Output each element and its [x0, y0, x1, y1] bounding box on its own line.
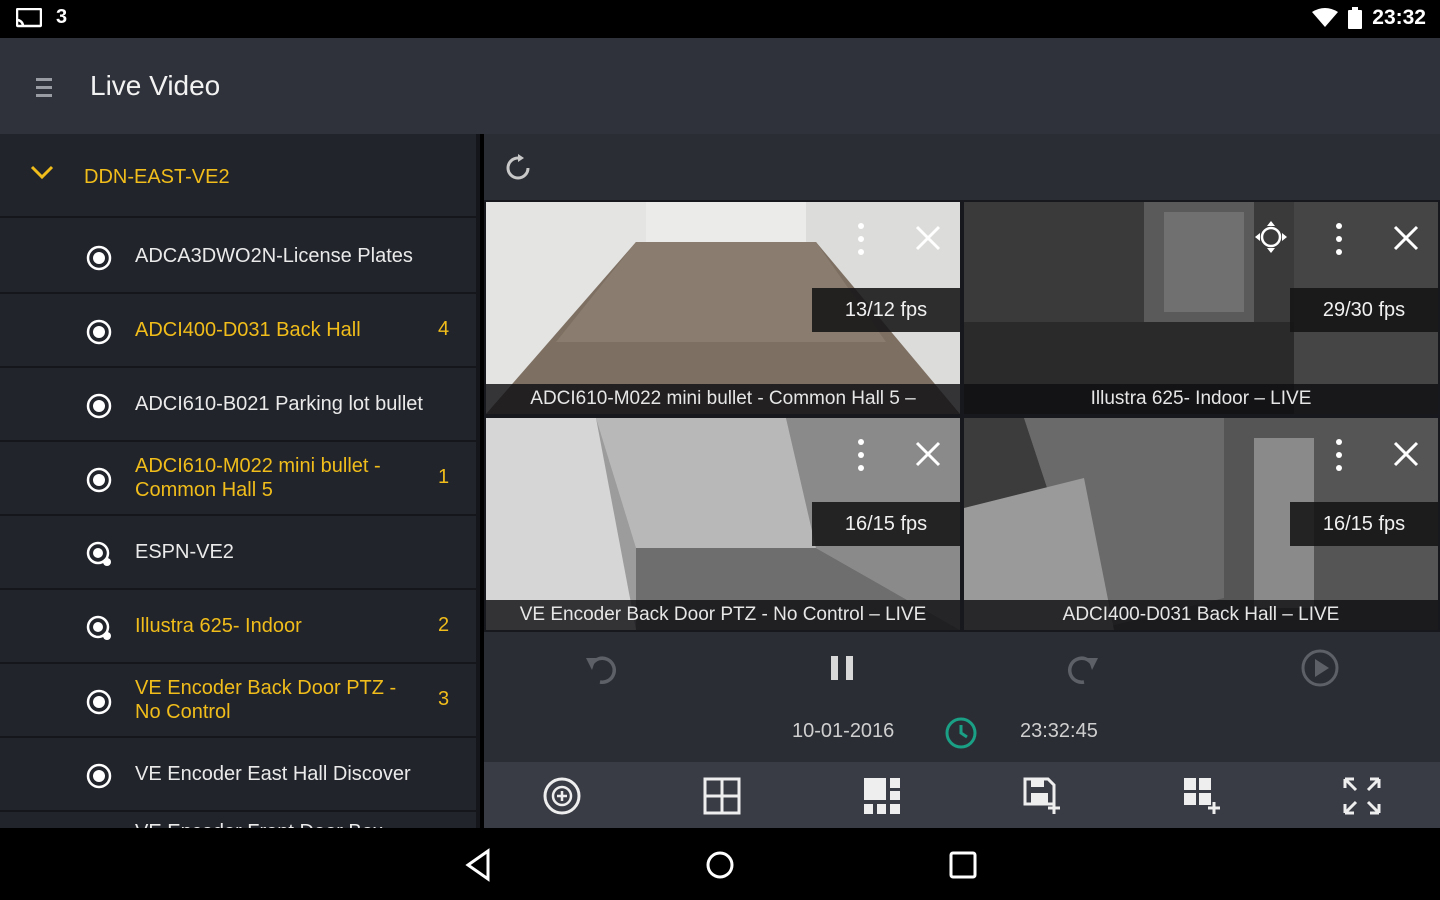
camera-name: ADCI400-D031 Back Hall: [135, 319, 361, 341]
video-tile[interactable]: 13/12 fps ADCI610-M022 mini bullet - Com…: [486, 202, 960, 414]
more-options-icon[interactable]: [1334, 222, 1344, 256]
camera-name: Illustra 625- Indoor: [135, 615, 302, 637]
camera-item[interactable]: VE Encoder East Hall Discover: [0, 738, 476, 812]
close-icon[interactable]: [1392, 440, 1420, 468]
camera-status-icon: [86, 393, 112, 419]
camera-count: 3: [438, 688, 450, 710]
camera-count: 2: [438, 614, 450, 636]
rewind-icon[interactable]: [582, 648, 622, 688]
camera-item[interactable]: VE Encoder Front Door Box: [0, 812, 476, 828]
camera-name: VE Encoder Front Door Box: [135, 812, 425, 828]
playback-time: 23:32:45: [1020, 720, 1098, 742]
navigation-bar: [0, 828, 1440, 900]
close-icon[interactable]: [914, 224, 942, 252]
camera-name: ADCI610-M022 mini bullet - Common Hall 5: [135, 455, 381, 501]
battery-icon: [1348, 7, 1363, 29]
play-icon[interactable]: [1300, 648, 1340, 688]
camera-count: 1: [438, 466, 450, 488]
tile-caption: Illustra 625- Indoor – LIVE: [964, 384, 1438, 414]
pause-icon[interactable]: [822, 648, 862, 688]
camera-status-icon: [86, 763, 112, 789]
home-icon[interactable]: [703, 848, 737, 882]
camera-item[interactable]: ESPN-VE2: [0, 516, 476, 590]
camera-status-icon: [86, 245, 112, 271]
video-tile[interactable]: 29/30 fps Illustra 625- Indoor – LIVE: [964, 202, 1438, 414]
camera-status-icon: [86, 319, 112, 345]
grid-2x2-icon[interactable]: [702, 776, 742, 816]
clock-icon[interactable]: [944, 716, 978, 750]
camera-name: ESPN-VE2: [135, 541, 234, 563]
recents-icon[interactable]: [946, 848, 980, 882]
tile-caption: ADCI400-D031 Back Hall – LIVE: [964, 600, 1438, 630]
camera-name: ADCA3DWO2N-License Plates: [135, 245, 413, 267]
camera-name: ADCI610-B021 Parking lot bullet: [135, 393, 423, 415]
fullscreen-icon[interactable]: [1342, 776, 1382, 816]
camera-name: VE Encoder Back Door PTZ - No Control: [135, 677, 397, 723]
camera-status-icon: [86, 467, 112, 493]
video-tile[interactable]: 16/15 fps ADCI400-D031 Back Hall – LIVE: [964, 418, 1438, 630]
menu-icon[interactable]: [34, 76, 54, 98]
close-icon[interactable]: [914, 440, 942, 468]
add-layout-icon[interactable]: [1182, 776, 1222, 816]
camera-count: 4: [438, 318, 450, 340]
camera-item[interactable]: ADCI610-M022 mini bullet - Common Hall 5…: [0, 442, 476, 516]
status-bar: 3 23:32: [0, 0, 1440, 38]
fps-label: 13/12 fps: [812, 288, 960, 332]
fps-label: 16/15 fps: [1290, 502, 1438, 546]
video-grid: 13/12 fps ADCI610-M022 mini bullet - Com…: [484, 200, 1440, 632]
camera-item[interactable]: ADCA3DWO2N-License Plates: [0, 220, 476, 294]
wifi-icon: [1312, 8, 1339, 27]
status-time: 23:32: [1372, 6, 1426, 29]
tile-caption: VE Encoder Back Door PTZ - No Control – …: [486, 600, 960, 630]
camera-item[interactable]: VE Encoder Back Door PTZ - No Control 3: [0, 664, 476, 738]
ptz-camera-icon: [86, 541, 111, 566]
layout-toolbar: [484, 762, 1440, 828]
camera-list: DDN-EAST-VE2 ADCA3DWO2N-License Plates A…: [0, 134, 480, 828]
camera-item[interactable]: Illustra 625- Indoor 2: [0, 590, 476, 664]
notification-count: 3: [56, 6, 68, 28]
ptz-camera-icon: [86, 615, 111, 640]
chevron-down-icon: [30, 165, 54, 180]
app-bar: Live Video: [0, 38, 1440, 134]
camera-item[interactable]: ADCI400-D031 Back Hall 4: [0, 294, 476, 368]
cast-icon: [16, 7, 42, 27]
close-icon[interactable]: [1392, 224, 1420, 252]
group-header[interactable]: DDN-EAST-VE2: [0, 134, 476, 218]
camera-status-icon: [86, 689, 112, 715]
video-panel: 13/12 fps ADCI610-M022 mini bullet - Com…: [484, 134, 1440, 828]
tile-caption: ADCI610-M022 mini bullet - Common Hall 5…: [486, 384, 960, 414]
playback-controls: 10-01-2016 23:32:45: [484, 632, 1440, 760]
video-tile[interactable]: 16/15 fps VE Encoder Back Door PTZ - No …: [486, 418, 960, 630]
camera-item[interactable]: ADCI610-B021 Parking lot bullet: [0, 368, 476, 442]
playback-date: 10-01-2016: [792, 720, 895, 742]
refresh-icon[interactable]: [502, 152, 534, 184]
back-icon[interactable]: [462, 848, 496, 882]
more-options-icon[interactable]: [1334, 438, 1344, 472]
grid-custom-icon[interactable]: [862, 776, 902, 816]
more-options-icon[interactable]: [856, 222, 866, 256]
page-title: Live Video: [90, 70, 221, 101]
fps-label: 16/15 fps: [812, 502, 960, 546]
more-options-icon[interactable]: [856, 438, 866, 472]
save-layout-icon[interactable]: [1022, 776, 1062, 816]
ptz-control-icon[interactable]: [1254, 220, 1288, 254]
fps-label: 29/30 fps: [1290, 288, 1438, 332]
forward-icon[interactable]: [1062, 648, 1102, 688]
camera-name: VE Encoder East Hall Discover: [135, 763, 411, 785]
add-camera-icon[interactable]: [542, 776, 582, 816]
group-name: DDN-EAST-VE2: [84, 166, 230, 188]
